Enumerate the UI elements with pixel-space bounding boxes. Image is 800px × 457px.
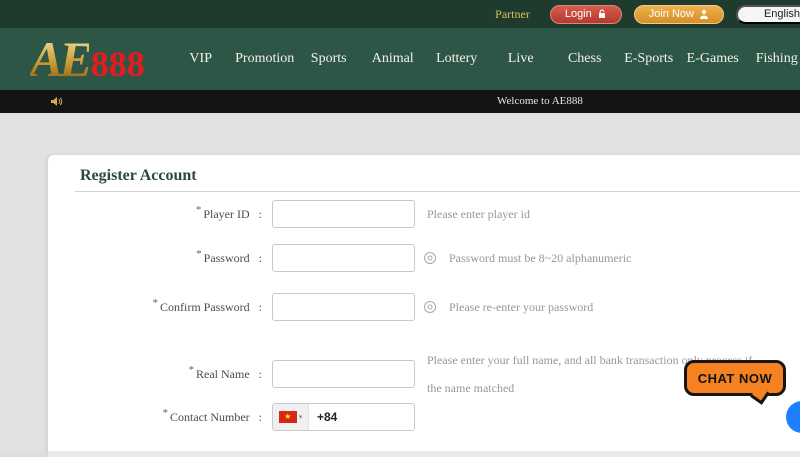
password-label: * Password :	[48, 251, 262, 266]
logo-ae-text: AE	[30, 34, 89, 84]
required-marker: *	[189, 364, 195, 376]
nav-item-fishing[interactable]: Fishing	[745, 51, 800, 67]
player-id-hint: Please enter player id	[427, 207, 530, 222]
chat-now-label: CHAT NOW	[698, 371, 773, 386]
required-marker: *	[163, 407, 169, 419]
confirm-password-label: * Confirm Password :	[48, 300, 262, 315]
register-panel: Register Account * Player ID : Please en…	[48, 155, 800, 457]
form-row-confirm-password: * Confirm Password : Please re-enter you…	[48, 293, 800, 321]
nav-item-chess[interactable]: Chess	[553, 51, 617, 67]
nav-item-sports[interactable]: Sports	[297, 51, 361, 67]
chevron-down-icon: ▾	[299, 413, 303, 421]
login-button[interactable]: Login	[550, 5, 622, 24]
player-id-input[interactable]	[272, 200, 415, 228]
confirm-password-hint: Please re-enter your password	[449, 300, 593, 315]
required-marker: *	[196, 204, 202, 216]
dial-code: +84	[317, 410, 337, 424]
marquee-text: Welcome to AE888	[497, 95, 583, 107]
player-id-label: * Player ID :	[48, 207, 262, 222]
real-name-input[interactable]	[272, 360, 415, 388]
announcement-bar: Welcome to AE888	[0, 90, 800, 113]
country-code-selector[interactable]: ★ ▾	[273, 404, 309, 430]
confirm-password-input[interactable]	[272, 293, 415, 321]
join-now-button[interactable]: Join Now	[634, 5, 724, 24]
page-title: Register Account	[80, 167, 197, 185]
main-header: AE 888 VIP Promotion Sports Animal Lotte…	[0, 28, 800, 90]
nav-item-lottery[interactable]: Lottery	[425, 51, 489, 67]
required-marker: *	[196, 248, 202, 260]
top-utility-bar: Partner Login Join Now English	[0, 0, 800, 28]
title-divider	[75, 191, 800, 192]
partner-link[interactable]: Partner	[495, 7, 530, 22]
nav-item-esports[interactable]: E-Sports	[617, 51, 681, 67]
nav-item-promotion[interactable]: Promotion	[233, 51, 297, 67]
nav-item-live[interactable]: Live	[489, 51, 553, 67]
lock-icon	[597, 9, 607, 19]
person-icon	[699, 9, 709, 19]
main-nav: VIP Promotion Sports Animal Lottery Live…	[169, 51, 800, 67]
password-hint: Password must be 8~20 alphanumeric	[449, 251, 631, 266]
password-visibility-icon[interactable]	[423, 251, 437, 265]
contact-number-input[interactable]: ★ ▾ +84	[272, 403, 415, 431]
join-now-label: Join Now	[649, 8, 694, 20]
login-label: Login	[565, 8, 592, 20]
nav-item-vip[interactable]: VIP	[169, 51, 233, 67]
ae888-logo[interactable]: AE 888	[30, 34, 145, 85]
real-name-label: * Real Name :	[48, 367, 262, 382]
form-row-contact-number: * Contact Number : ★ ▾ +84	[48, 403, 800, 431]
language-label: English	[764, 8, 800, 20]
language-button[interactable]: English	[736, 5, 800, 24]
password-input[interactable]	[272, 244, 415, 272]
speaker-icon	[50, 95, 63, 108]
contact-number-label: * Contact Number :	[48, 410, 262, 425]
nav-item-egames[interactable]: E-Games	[681, 51, 745, 67]
bottom-edge	[0, 451, 800, 457]
chat-now-button[interactable]: CHAT NOW	[684, 360, 786, 396]
required-marker: *	[152, 297, 158, 309]
vietnam-flag-icon: ★	[279, 411, 297, 423]
nav-item-animal[interactable]: Animal	[361, 51, 425, 67]
form-row-password: * Password : Password must be 8~20 alpha…	[48, 244, 800, 272]
form-row-player-id: * Player ID : Please enter player id	[48, 200, 800, 228]
logo-888-text: 888	[91, 43, 145, 85]
confirm-password-visibility-icon[interactable]	[423, 300, 437, 314]
